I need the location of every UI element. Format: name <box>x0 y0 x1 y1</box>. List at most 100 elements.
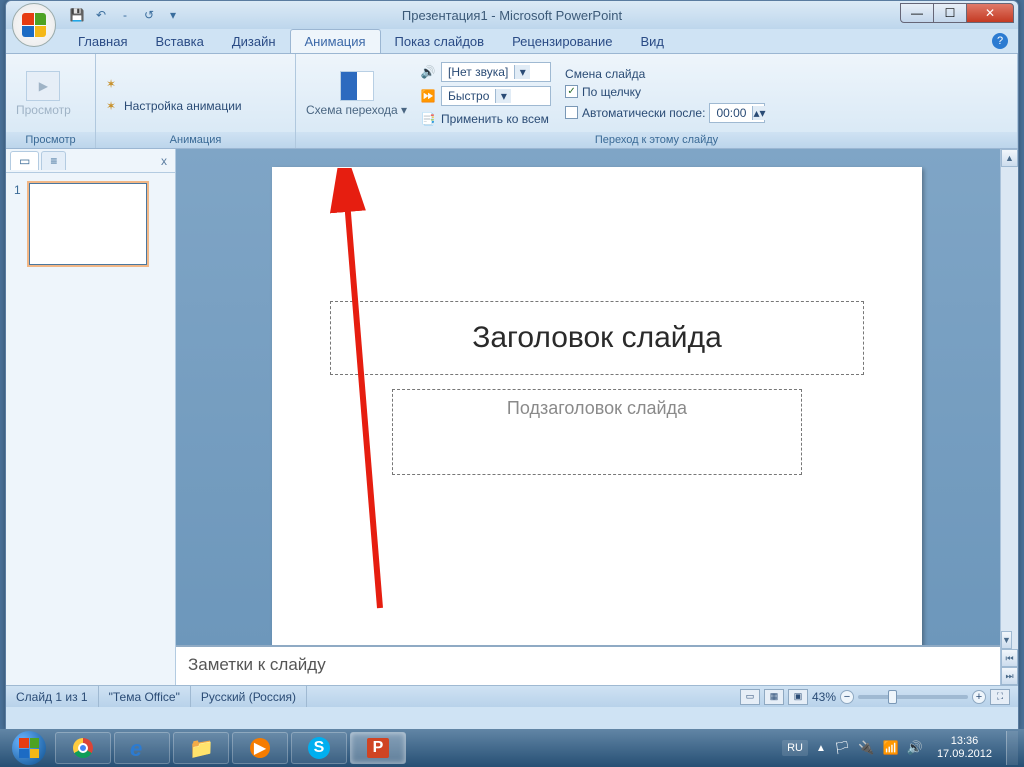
status-bar: Слайд 1 из 1 "Тема Office" Русский (Росс… <box>6 685 1018 707</box>
on-click-checkbox[interactable]: ✓ По щелчку <box>565 85 765 99</box>
scroll-down-icon[interactable]: ▼ <box>1001 631 1012 649</box>
notes-pane[interactable]: Заметки к слайду <box>176 645 1018 685</box>
sound-icon: 🔊 <box>419 63 437 81</box>
status-slide-count: Слайд 1 из 1 <box>6 686 99 707</box>
transition-sound-combo[interactable]: [Нет звука]▾ <box>441 62 551 82</box>
auto-after-value: 00:00 <box>710 106 752 120</box>
transition-scheme-icon <box>340 71 374 101</box>
zoom-percent: 43% <box>812 690 836 704</box>
ribbon-tabs: Главная Вставка Дизайн Анимация Показ сл… <box>64 29 1018 53</box>
normal-view-button[interactable]: ▭ <box>740 689 760 705</box>
title-bar: 💾 ↶ - ↺ ▾ Презентация1 - Microsoft Power… <box>6 1 1018 29</box>
tab-view[interactable]: Вид <box>626 30 678 53</box>
language-indicator[interactable]: RU <box>782 740 808 756</box>
zoom-in-button[interactable]: + <box>972 690 986 704</box>
taskbar-media[interactable]: ▶ <box>232 732 288 764</box>
auto-after-label: Автоматически после: <box>582 106 705 120</box>
title-placeholder[interactable]: Заголовок слайда <box>330 301 864 375</box>
chrome-icon <box>73 738 93 758</box>
subtitle-placeholder[interactable]: Подзаголовок слайда <box>392 389 802 475</box>
taskbar-explorer[interactable]: 📁 <box>173 732 229 764</box>
preview-button[interactable]: ▶ Просмотр <box>12 69 75 119</box>
taskbar-powerpoint[interactable]: P <box>350 732 406 764</box>
taskbar-skype[interactable]: S <box>291 732 347 764</box>
flag-icon[interactable]: 🏳 <box>834 740 851 756</box>
sorter-view-button[interactable]: ▦ <box>764 689 784 705</box>
checkbox-checked-icon: ✓ <box>565 85 578 98</box>
vertical-scrollbar[interactable]: ▲ ▼ ⏮ ⏭ <box>1000 149 1018 685</box>
auto-after-time[interactable]: 00:00▴▾ <box>709 103 765 123</box>
taskbar-chrome[interactable] <box>55 732 111 764</box>
tab-insert[interactable]: Вставка <box>141 30 217 53</box>
ie-icon: e <box>130 736 154 760</box>
zoom-out-button[interactable]: − <box>840 690 854 704</box>
speed-icon: ⏩ <box>419 87 437 105</box>
folder-icon: 📁 <box>189 736 213 760</box>
auto-after-checkbox[interactable]: Автоматически после: 00:00▴▾ <box>565 103 765 123</box>
animate-dropdown[interactable]: ✶ <box>102 75 242 93</box>
maximize-button[interactable]: ☐ <box>933 3 967 23</box>
slide-canvas[interactable]: Заголовок слайда Подзаголовок слайда <box>176 149 1018 645</box>
animation-settings-button[interactable]: ✶ Настройка анимации <box>102 97 242 115</box>
advance-slide-header: Смена слайда <box>565 67 765 81</box>
tray-time: 13:36 <box>937 735 992 748</box>
zoom-slider[interactable] <box>858 695 968 699</box>
tab-design[interactable]: Дизайн <box>218 30 290 53</box>
fit-to-window-button[interactable]: ⛶ <box>990 689 1010 705</box>
show-desktop-button[interactable] <box>1006 731 1018 765</box>
system-tray: RU ▲ 🏳 🔌 📶 🔊 13:36 17.09.2012 <box>782 731 1018 765</box>
transition-speed-value: Быстро <box>442 89 495 103</box>
tray-date: 17.09.2012 <box>937 748 992 761</box>
tab-slideshow[interactable]: Показ слайдов <box>381 30 499 53</box>
thumbnails-tab-outline[interactable]: ≡ <box>41 151 66 170</box>
group-label-preview: Просмотр <box>6 132 95 148</box>
on-click-label: По щелчку <box>582 85 641 99</box>
transition-sound-value: [Нет звука] <box>442 65 514 79</box>
apply-to-all-button[interactable]: 📑 Применить ко всем <box>419 110 551 128</box>
tray-clock[interactable]: 13:36 17.09.2012 <box>931 735 998 760</box>
slideshow-view-button[interactable]: ▣ <box>788 689 808 705</box>
tab-review[interactable]: Рецензирование <box>498 30 626 53</box>
animate-icon: ✶ <box>102 75 120 93</box>
status-theme: "Тема Office" <box>99 686 191 707</box>
prev-slide-button[interactable]: ⏮ <box>1001 649 1018 667</box>
help-icon[interactable]: ? <box>992 33 1008 49</box>
preview-icon: ▶ <box>26 71 60 101</box>
thumbnails-close-button[interactable]: x <box>157 154 171 168</box>
start-button[interactable] <box>6 730 52 766</box>
animation-settings-icon: ✶ <box>102 97 120 115</box>
minimize-button[interactable]: — <box>900 3 934 23</box>
thumbnail-preview <box>29 183 147 265</box>
apply-all-label: Применить ко всем <box>441 112 549 126</box>
next-slide-button[interactable]: ⏭ <box>1001 667 1018 685</box>
thumbnail-number: 1 <box>14 183 21 197</box>
transition-scheme-label: Схема перехода ▾ <box>306 103 407 117</box>
slide-thumbnails-pane: ▭ ≡ x 1 <box>6 149 176 685</box>
volume-icon[interactable]: 🔊 <box>907 740 923 756</box>
close-button[interactable]: ✕ <box>966 3 1014 23</box>
powerpoint-icon: P <box>367 738 389 758</box>
media-icon: ▶ <box>250 738 270 758</box>
ribbon: ▶ Просмотр Просмотр ✶ ✶ Настройка анимац… <box>6 53 1018 149</box>
group-label-transition: Переход к этому слайду <box>296 132 1017 148</box>
transition-speed-combo[interactable]: Быстро▾ <box>441 86 551 106</box>
preview-label: Просмотр <box>16 103 71 117</box>
thumbnails-tab-slides[interactable]: ▭ <box>10 151 39 170</box>
apply-all-icon: 📑 <box>419 110 437 128</box>
window-title: Презентация1 - Microsoft PowerPoint <box>6 8 1018 23</box>
tray-overflow-icon[interactable]: ▲ <box>816 743 826 754</box>
slide-thumbnail[interactable]: 1 <box>14 183 167 270</box>
status-language[interactable]: Русский (Россия) <box>191 686 307 707</box>
tab-animation[interactable]: Анимация <box>290 29 381 53</box>
group-label-animation: Анимация <box>96 132 295 148</box>
transition-scheme-button[interactable]: Схема перехода ▾ <box>302 69 411 119</box>
tab-home[interactable]: Главная <box>64 30 141 53</box>
network-icon[interactable]: 📶 <box>883 740 899 756</box>
windows-taskbar: e 📁 ▶ S P RU ▲ 🏳 🔌 📶 🔊 13:36 17.09.2012 <box>0 729 1024 767</box>
taskbar-ie[interactable]: e <box>114 732 170 764</box>
office-button[interactable] <box>12 3 60 51</box>
power-icon[interactable]: 🔌 <box>858 740 874 756</box>
scroll-up-icon[interactable]: ▲ <box>1001 149 1018 167</box>
checkbox-unchecked-icon <box>565 106 578 119</box>
animation-settings-label: Настройка анимации <box>124 99 242 113</box>
